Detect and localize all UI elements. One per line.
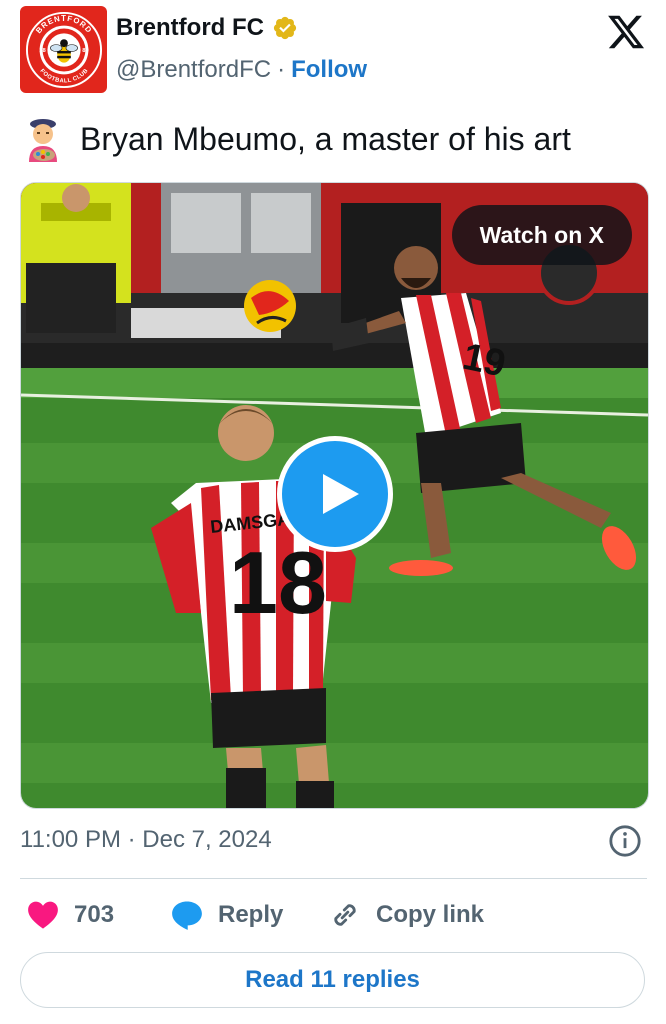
reply-label: Reply bbox=[218, 901, 284, 928]
read-replies-button[interactable]: Read 11 replies bbox=[20, 952, 645, 1008]
player-back-number: 19 bbox=[459, 336, 509, 386]
artist-emoji-icon bbox=[20, 116, 66, 162]
divider bbox=[20, 878, 647, 879]
copy-link-button[interactable]: Copy link bbox=[328, 895, 484, 935]
account-name[interactable]: Brentford FC bbox=[116, 14, 264, 42]
video-player[interactable]: 19 18 DAMSGAARD Watch on X bbox=[20, 182, 649, 809]
play-icon bbox=[323, 474, 359, 514]
account-handle[interactable]: @BrentfordFC bbox=[116, 56, 271, 84]
x-logo-icon[interactable] bbox=[606, 12, 646, 52]
reply-button[interactable]: Reply bbox=[170, 895, 283, 935]
play-button[interactable] bbox=[277, 436, 393, 552]
watch-on-x-button[interactable]: Watch on X bbox=[451, 205, 632, 265]
copy-link-label: Copy link bbox=[376, 901, 485, 928]
heart-icon bbox=[28, 901, 58, 929]
handle-row: @BrentfordFC · Follow bbox=[116, 56, 367, 84]
player-front-number: 18 bbox=[229, 533, 327, 632]
brentford-crest-icon: BRENTFORD FOOTBALL CLUB 18 89 bbox=[25, 11, 102, 88]
tweet-text: Bryan Mbeumo, a master of his art bbox=[80, 120, 571, 157]
tweet-header: BRENTFORD FOOTBALL CLUB 18 89 Brentford … bbox=[20, 6, 646, 96]
info-icon[interactable] bbox=[608, 824, 642, 858]
tweet-timestamp[interactable]: 11:00 PM · Dec 7, 2024 bbox=[20, 826, 272, 854]
verified-badge-icon bbox=[272, 15, 298, 41]
action-bar: 703 Reply Copy link bbox=[20, 895, 647, 935]
like-button[interactable]: 703 bbox=[26, 895, 114, 935]
like-count: 703 bbox=[74, 901, 115, 928]
brentford-logo-avatar[interactable]: BRENTFORD FOOTBALL CLUB 18 89 bbox=[20, 6, 107, 93]
follow-button[interactable]: Follow bbox=[291, 56, 367, 84]
logo-est-left: 18 bbox=[39, 47, 46, 53]
reply-bubble-icon bbox=[172, 901, 202, 930]
tweet-text-row: Bryan Mbeumo, a master of his art bbox=[20, 116, 571, 162]
account-name-row: Brentford FC bbox=[116, 14, 298, 42]
separator-dot: · bbox=[277, 56, 286, 83]
link-icon bbox=[334, 904, 356, 926]
logo-est-right: 89 bbox=[82, 47, 89, 53]
